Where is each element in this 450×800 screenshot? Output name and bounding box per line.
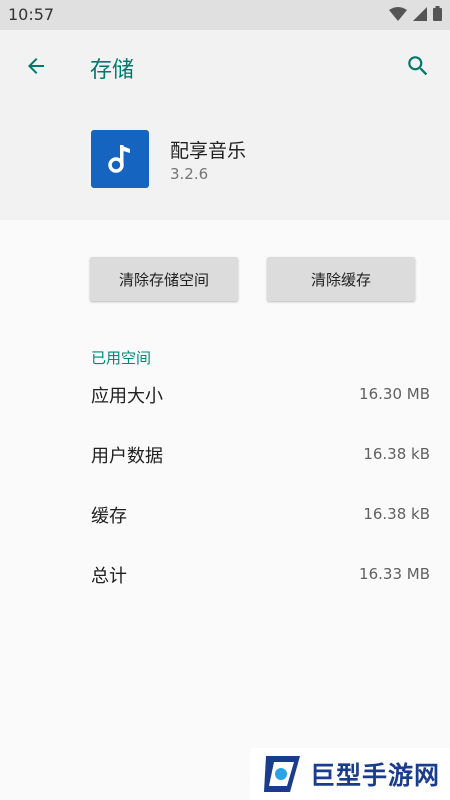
cellular-icon — [413, 6, 427, 25]
usage-row-total: 总计 16.33 MB — [0, 562, 450, 602]
back-button[interactable] — [18, 50, 54, 86]
row-value: 16.33 MB — [359, 565, 430, 583]
app-icon — [91, 130, 149, 188]
usage-row-app-size: 应用大小 16.30 MB — [0, 382, 450, 422]
app-name: 配享音乐 — [170, 140, 247, 162]
page-title: 存储 — [90, 58, 135, 83]
watermark-text: 巨型手游网 — [310, 761, 441, 790]
wifi-icon — [389, 6, 407, 25]
row-value: 16.38 kB — [363, 445, 430, 463]
search-icon — [405, 53, 431, 83]
music-note-icon — [106, 141, 134, 177]
row-value: 16.30 MB — [359, 385, 430, 403]
watermark-logo-icon — [260, 752, 304, 796]
row-label: 用户数据 — [91, 446, 163, 467]
row-label: 应用大小 — [91, 386, 163, 407]
status-time: 10:57 — [8, 5, 55, 24]
app-version: 3.2.6 — [170, 165, 209, 183]
row-value: 16.38 kB — [363, 505, 430, 523]
row-label: 缓存 — [91, 506, 127, 527]
battery-icon — [433, 5, 442, 25]
clear-cache-button[interactable]: 清除缓存 — [267, 257, 415, 301]
status-icons — [389, 5, 442, 25]
arrow-left-icon — [24, 54, 48, 82]
status-bar: 10:57 — [0, 0, 450, 30]
usage-row-user-data: 用户数据 16.38 kB — [0, 442, 450, 482]
search-button[interactable] — [398, 48, 438, 88]
row-label: 总计 — [91, 566, 127, 587]
usage-row-cache: 缓存 16.38 kB — [0, 502, 450, 542]
section-title-used-space: 已用空间 — [91, 349, 152, 367]
clear-storage-button[interactable]: 清除存储空间 — [90, 257, 238, 301]
app-header: 存储 配享音乐 3.2.6 — [0, 30, 450, 220]
watermark: 巨型手游网 — [250, 748, 450, 800]
